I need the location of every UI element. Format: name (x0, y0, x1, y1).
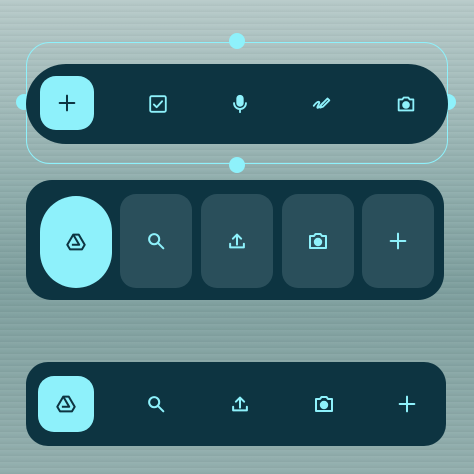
checkbox-icon (149, 95, 167, 113)
plus-icon (398, 395, 416, 413)
upload-icon (232, 396, 248, 412)
search-icon (148, 233, 165, 250)
drive-button[interactable] (38, 376, 94, 432)
add-button[interactable] (362, 194, 434, 288)
search-button[interactable] (120, 194, 192, 288)
microphone-icon (233, 94, 247, 114)
drive-button[interactable] (40, 196, 112, 288)
drive-icon (66, 233, 86, 251)
checklist-button[interactable] (140, 86, 176, 122)
plus-icon (389, 232, 407, 250)
camera-icon (315, 396, 333, 412)
upload-button[interactable] (201, 194, 273, 288)
search-icon (148, 396, 165, 413)
camera-button[interactable] (388, 86, 424, 122)
upload-icon (229, 233, 245, 249)
plus-icon (58, 94, 76, 112)
add-button[interactable] (40, 76, 94, 130)
compact-toolbar (26, 362, 446, 446)
resize-handle-bottom[interactable] (229, 157, 245, 173)
upload-button[interactable] (222, 386, 258, 422)
draw-button[interactable] (304, 86, 340, 122)
camera-icon (397, 96, 415, 112)
camera-button[interactable] (306, 386, 342, 422)
voice-button[interactable] (222, 86, 258, 122)
add-button[interactable] (389, 386, 425, 422)
floating-toolbar (26, 64, 448, 144)
draw-icon (312, 97, 331, 109)
drive-icon (56, 395, 76, 413)
resize-handle-top[interactable] (229, 33, 245, 49)
camera-icon (309, 233, 327, 249)
camera-button[interactable] (282, 194, 354, 288)
tiled-toolbar (26, 180, 444, 300)
search-button[interactable] (138, 386, 174, 422)
